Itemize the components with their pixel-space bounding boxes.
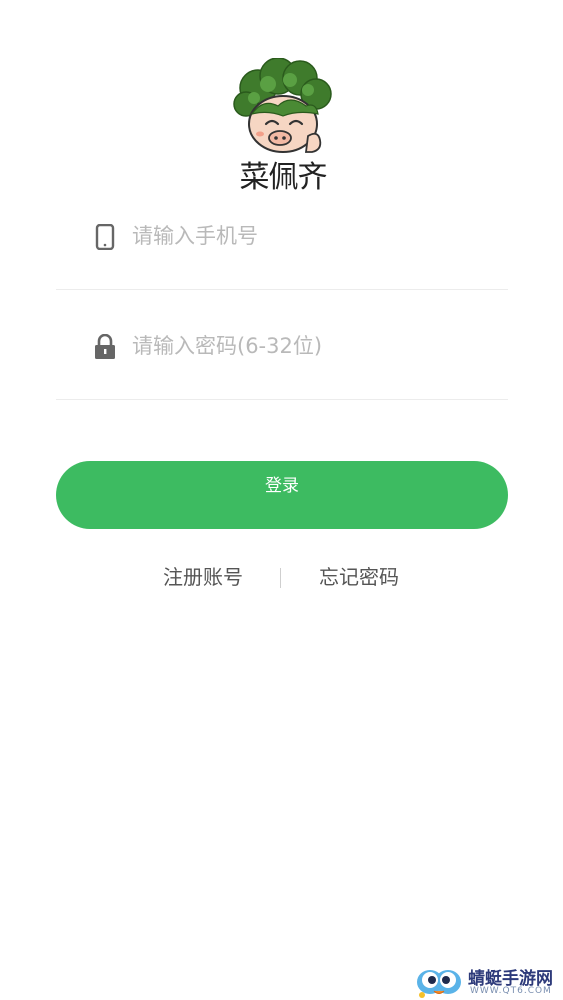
forgot-password-link[interactable]: 忘记密码 — [319, 562, 399, 592]
login-button[interactable]: 登录 — [56, 461, 508, 529]
watermark: 蜻蜓手游网 WWW.QT6.COM — [414, 962, 559, 998]
register-link[interactable]: 注册账号 — [163, 562, 243, 592]
password-field-row — [56, 290, 508, 400]
watermark-url: WWW.QT6.COM — [470, 986, 552, 996]
phone-input[interactable] — [132, 216, 492, 256]
phone-field-row — [56, 180, 508, 290]
dragonfly-mascot-icon — [417, 970, 461, 998]
links-divider — [280, 568, 281, 588]
password-input[interactable] — [132, 326, 492, 366]
phone-icon — [95, 224, 115, 250]
login-screen: 菜佩齐 登录 注册账号 忘记密码 — [0, 0, 563, 1000]
lock-icon — [95, 334, 115, 359]
cartoon-pig-with-broccoli-hair-icon — [233, 57, 332, 153]
auth-links: 注册账号 忘记密码 — [0, 562, 563, 592]
